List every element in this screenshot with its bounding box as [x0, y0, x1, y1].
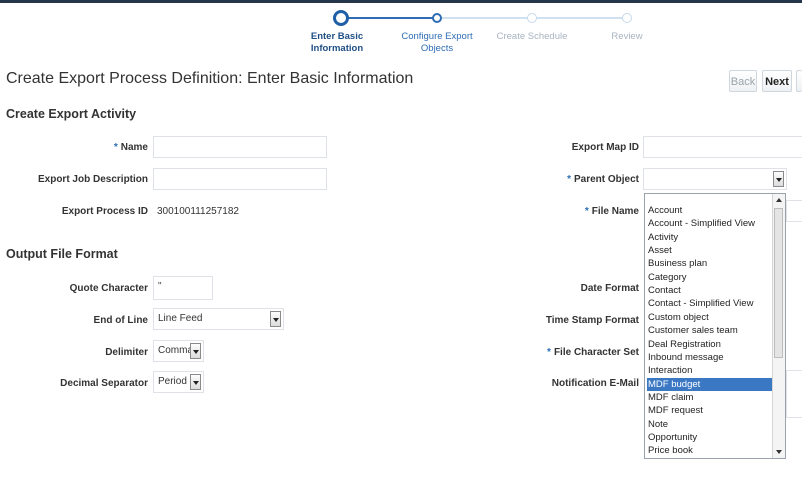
option-price-book[interactable]: Price book: [647, 444, 774, 457]
scroll-up-icon[interactable]: [776, 198, 782, 202]
decimal-separator-select[interactable]: Period: [153, 371, 204, 393]
job-description-label: Export Job Description: [37, 174, 148, 185]
date-format-label: Date Format: [580, 283, 639, 294]
option-mdf-claim[interactable]: MDF claim: [647, 391, 774, 404]
step-1-icon[interactable]: [333, 10, 349, 26]
map-id-input[interactable]: [643, 136, 802, 158]
quote-character-label: Quote Character: [69, 283, 148, 294]
delimiter-value: Comma: [158, 345, 194, 356]
step-3-label: Create Schedule: [492, 31, 572, 43]
delimiter-select[interactable]: Comma: [153, 340, 204, 362]
step-2-label-line2: Objects: [420, 43, 454, 54]
option-business-plan[interactable]: Business plan: [647, 257, 774, 270]
chevron-down-icon[interactable]: [190, 343, 201, 359]
next-button[interactable]: Next: [762, 70, 792, 92]
job-description-input[interactable]: [153, 168, 327, 190]
file-character-set-label-text: File Character Set: [553, 347, 639, 358]
parent-object-select[interactable]: [643, 168, 787, 190]
step-3-icon: [527, 13, 537, 23]
end-of-line-value: Line Feed: [158, 313, 203, 324]
option-contact[interactable]: Contact: [647, 284, 774, 297]
step-4-label: Review: [587, 31, 667, 43]
required-icon: *: [567, 174, 571, 185]
train-line-done: [341, 17, 437, 19]
option-account[interactable]: Account: [647, 204, 774, 217]
file-character-set-label: * File Character Set: [500, 347, 639, 358]
option-inbound-message[interactable]: Inbound message: [647, 351, 774, 364]
step-1-label-line2: Information: [310, 43, 364, 54]
more-button[interactable]: [796, 70, 802, 92]
step-1-label-line1: Enter Basic: [310, 31, 364, 42]
file-name-input[interactable]: [786, 200, 802, 222]
required-icon: *: [113, 142, 118, 153]
option-interaction[interactable]: Interaction: [647, 364, 774, 377]
scroll-down-icon[interactable]: [776, 450, 782, 454]
chevron-down-icon[interactable]: [773, 171, 784, 187]
notification-email-input[interactable]: [786, 370, 802, 418]
scroll-thumb[interactable]: [774, 208, 783, 358]
option-contact-simplified[interactable]: Contact - Simplified View: [647, 297, 774, 310]
option-note[interactable]: Note: [647, 418, 774, 431]
step-2-label-line1: Configure Export: [401, 31, 473, 42]
section-title-activity: Create Export Activity: [6, 107, 137, 121]
parent-object-dropdown[interactable]: Account Account - Simplified View Activi…: [644, 193, 786, 459]
section-title-output: Output File Format: [6, 247, 118, 261]
process-train: Enter Basic Information Configure Export…: [0, 0, 802, 60]
parent-object-label-text: Parent Object: [573, 174, 639, 185]
dropdown-scrollbar[interactable]: [772, 194, 785, 458]
file-name-label: * File Name: [500, 206, 639, 217]
name-input[interactable]: [153, 136, 327, 158]
option-mdf-budget[interactable]: MDF budget: [647, 378, 774, 391]
chevron-down-icon[interactable]: [190, 374, 201, 390]
step-1-label[interactable]: Enter Basic Information: [297, 31, 377, 55]
option-asset[interactable]: Asset: [647, 244, 774, 257]
delimiter-label: Delimiter: [105, 347, 148, 358]
option-category[interactable]: Category: [647, 271, 774, 284]
timestamp-format-label: Time Stamp Format: [545, 315, 639, 326]
chevron-down-icon[interactable]: [270, 311, 281, 327]
page-title: Create Export Process Definition: Enter …: [6, 70, 414, 87]
option-mdf-request[interactable]: MDF request: [647, 404, 774, 417]
option-opportunity[interactable]: Opportunity: [647, 431, 774, 444]
required-icon: *: [584, 206, 589, 217]
option-customer-sales-team[interactable]: Customer sales team: [647, 324, 774, 337]
decimal-separator-value: Period: [158, 376, 187, 387]
process-id-value: 300100111257182: [157, 206, 239, 217]
decimal-separator-label: Decimal Separator: [60, 378, 148, 389]
required-icon: *: [547, 347, 551, 358]
name-label: * Name: [20, 142, 148, 153]
map-id-label: Export Map ID: [571, 142, 639, 153]
quote-character-input[interactable]: ": [153, 276, 213, 300]
step-2-label[interactable]: Configure Export Objects: [397, 31, 477, 55]
name-label-text: Name: [120, 142, 148, 153]
step-4-icon: [622, 13, 632, 23]
option-activity[interactable]: Activity: [647, 231, 774, 244]
end-of-line-select[interactable]: Line Feed: [153, 308, 284, 330]
step-4-label-line1: Review: [611, 31, 643, 42]
option-account-simplified[interactable]: Account - Simplified View: [647, 217, 774, 230]
option-deal-registration[interactable]: Deal Registration: [647, 338, 774, 351]
option-custom-object[interactable]: Custom object: [647, 311, 774, 324]
process-id-label: Export Process ID: [61, 206, 148, 217]
back-button[interactable]: Back: [729, 70, 757, 92]
parent-object-label: * Parent Object: [500, 174, 639, 185]
end-of-line-label: End of Line: [93, 315, 148, 326]
step-3-label-line1: Create Schedule: [496, 31, 568, 42]
step-2-icon[interactable]: [432, 13, 442, 23]
file-name-label-text: File Name: [591, 206, 639, 217]
notification-email-label: Notification E-Mail: [551, 378, 639, 389]
